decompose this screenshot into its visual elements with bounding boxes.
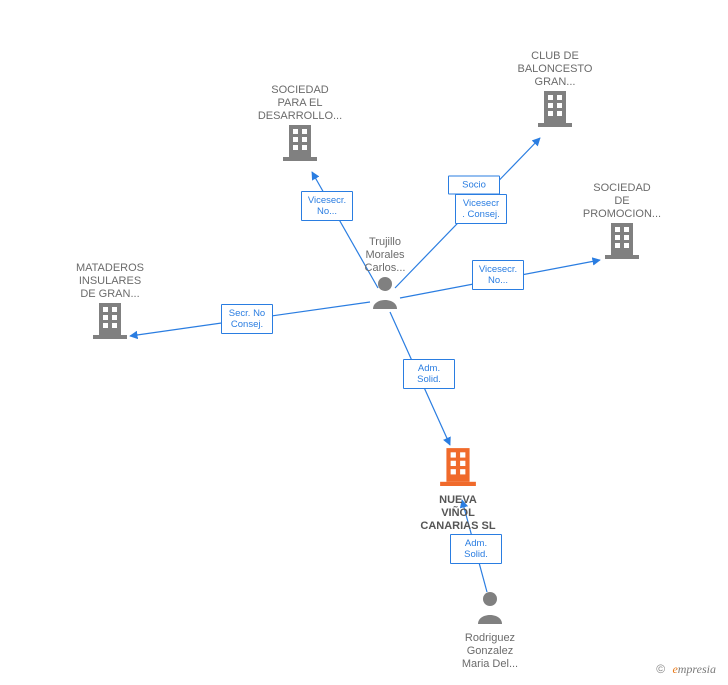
node-label: CLUB DE BALONCESTO GRAN... bbox=[500, 50, 610, 89]
edge-label-vice-consej: Vicesecr . Consej. bbox=[455, 194, 507, 224]
building-icon bbox=[93, 301, 127, 343]
person-icon bbox=[370, 275, 400, 313]
node-club-baloncesto[interactable]: CLUB DE BALONCESTO GRAN... bbox=[500, 46, 610, 131]
person-icon bbox=[475, 590, 505, 628]
copyright-symbol: © bbox=[656, 662, 665, 676]
edge-label-secr: Secr. No Consej. bbox=[221, 304, 273, 334]
node-label: SOCIEDAD DE PROMOCION... bbox=[567, 182, 677, 221]
node-rodriguez[interactable]: Rodriguez Gonzalez Maria Del... bbox=[435, 590, 545, 671]
edge-label-vice1: Vicesecr. No... bbox=[301, 191, 353, 221]
diagram-canvas: Secr. No Consej. Vicesecr. No... Socio V… bbox=[0, 0, 728, 685]
building-icon bbox=[605, 221, 639, 263]
node-label: NUEVA VIÑOL CANARIAS SL bbox=[403, 494, 513, 533]
node-label: Rodriguez Gonzalez Maria Del... bbox=[435, 632, 545, 671]
edge-label-adm2: Adm. Solid. bbox=[450, 534, 502, 564]
building-icon bbox=[538, 89, 572, 131]
watermark: © empresia bbox=[656, 662, 716, 677]
edge-label-adm1: Adm. Solid. bbox=[403, 359, 455, 389]
building-icon bbox=[440, 446, 476, 490]
brand-rest: mpresia bbox=[678, 662, 716, 676]
node-trujillo[interactable]: Trujillo Morales Carlos... bbox=[330, 232, 440, 313]
node-nueva-vinol[interactable]: NUEVA VIÑOL CANARIAS SL bbox=[403, 446, 513, 533]
node-label: Trujillo Morales Carlos... bbox=[330, 236, 440, 275]
edge-label-vice2: Vicesecr. No... bbox=[472, 260, 524, 290]
building-icon bbox=[283, 123, 317, 165]
edge-label-socio: Socio bbox=[448, 176, 500, 195]
node-label: MATADEROS INSULARES DE GRAN... bbox=[55, 262, 165, 301]
node-mataderos[interactable]: MATADEROS INSULARES DE GRAN... bbox=[55, 258, 165, 343]
node-label: SOCIEDAD PARA EL DESARROLLO... bbox=[245, 84, 355, 123]
node-sociedad-desarrollo[interactable]: SOCIEDAD PARA EL DESARROLLO... bbox=[245, 80, 355, 165]
node-sociedad-promocion[interactable]: SOCIEDAD DE PROMOCION... bbox=[567, 178, 677, 263]
